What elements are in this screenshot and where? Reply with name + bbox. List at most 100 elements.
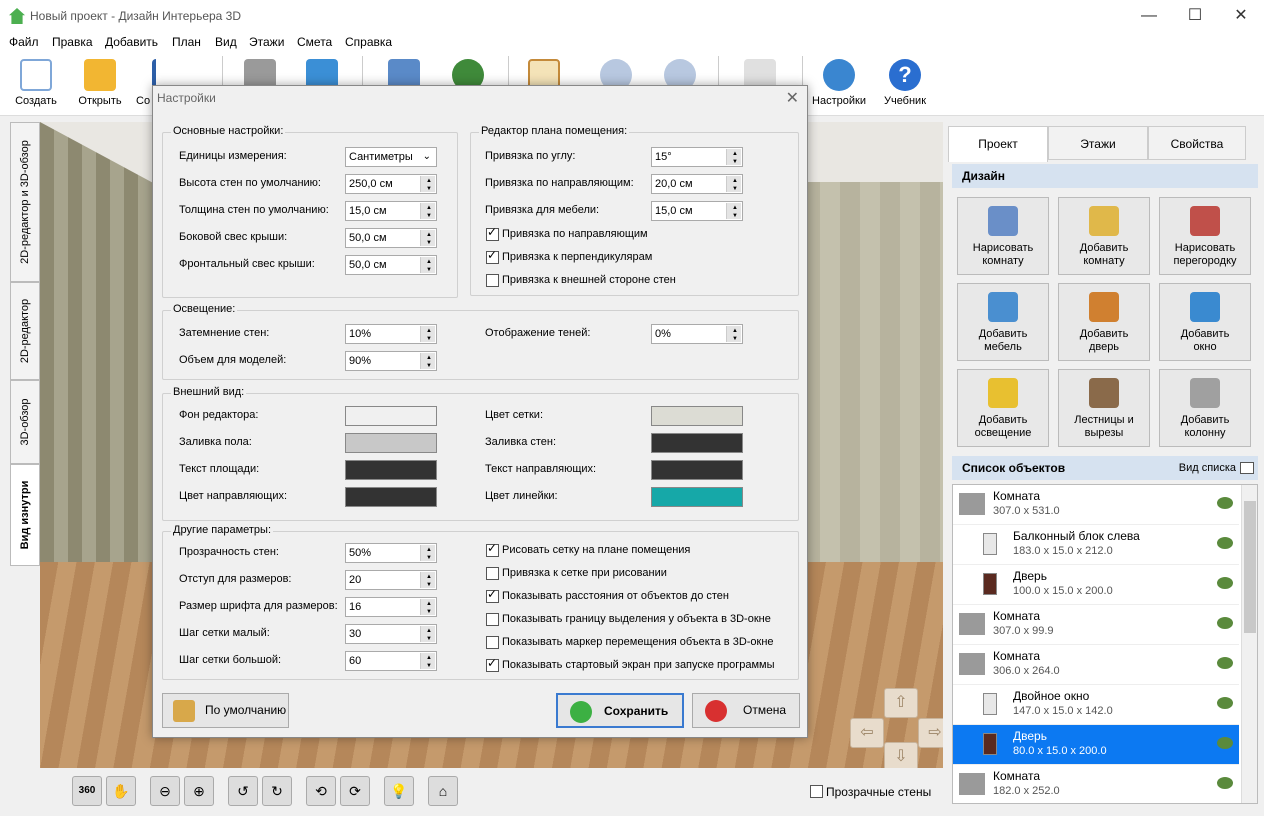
design-tile[interactable]: Добавить дверь xyxy=(1058,283,1150,361)
scrollbar-thumb[interactable] xyxy=(1244,501,1256,633)
spin-down-icon[interactable]: ▼ xyxy=(732,335,738,343)
spin-down-icon[interactable]: ▼ xyxy=(732,158,738,166)
spin-down-icon[interactable]: ▼ xyxy=(426,581,432,589)
spin-down-icon[interactable]: ▼ xyxy=(426,362,432,370)
planner-spinbox[interactable]: 15,0 см ▲ ▼ xyxy=(651,201,743,221)
other-checkbox[interactable]: Привязка к сетке при рисовании xyxy=(486,567,667,580)
zoom-out-icon[interactable]: ⊖ xyxy=(150,776,180,806)
rotate-left-icon[interactable]: ↺ xyxy=(228,776,258,806)
spin-up-icon[interactable]: ▲ xyxy=(426,354,432,362)
other-spinbox-value[interactable]: 50% xyxy=(349,547,371,559)
pan-left-button[interactable]: ⇦ xyxy=(850,718,884,748)
other-spinbox[interactable]: 16 ▲ ▼ xyxy=(345,597,437,617)
other-checkbox[interactable]: Показывать границу выделения у объекта в… xyxy=(486,613,771,626)
eye-icon[interactable] xyxy=(1217,577,1233,589)
lighting-spinbox[interactable]: 10% ▲ ▼ xyxy=(345,324,437,344)
basic-spinbox[interactable]: 250,0 см ▲ ▼ xyxy=(345,174,437,194)
pan-up-button[interactable]: ⇧ xyxy=(884,688,918,718)
eye-icon[interactable] xyxy=(1217,777,1233,789)
other-spinbox-value[interactable]: 30 xyxy=(349,628,361,640)
planner-spinbox-value[interactable]: 15° xyxy=(655,151,672,163)
basic-spinbox-value[interactable]: 50,0 см xyxy=(349,232,387,244)
list-item[interactable]: Дверь 100.0 x 15.0 x 200.0 xyxy=(953,565,1239,605)
list-item[interactable]: Дверь 80.0 x 15.0 x 200.0 xyxy=(953,725,1239,765)
lighting-spinbox-value[interactable]: 10% xyxy=(349,328,371,340)
basic-spinbox-value[interactable]: 50,0 см xyxy=(349,259,387,271)
basic-spinbox[interactable]: 15,0 см ▲ ▼ xyxy=(345,201,437,221)
save-dialog-button[interactable]: Сохранить xyxy=(556,693,684,728)
minimize-button[interactable]: — xyxy=(1126,0,1172,32)
list-item[interactable]: Двойное окно 147.0 x 15.0 x 142.0 xyxy=(953,685,1239,725)
spin-down-icon[interactable]: ▼ xyxy=(426,635,432,643)
hand-icon[interactable]: ✋ xyxy=(106,776,136,806)
other-spinbox[interactable]: 60 ▲ ▼ xyxy=(345,651,437,671)
color-swatch[interactable] xyxy=(651,433,743,453)
design-tile[interactable]: Добавить комнату xyxy=(1058,197,1150,275)
list-view-icon[interactable] xyxy=(1240,462,1254,474)
lighting-spinbox-value[interactable]: 0% xyxy=(655,328,671,340)
tab-2d[interactable]: 2D-редактор xyxy=(10,282,40,380)
design-tile[interactable]: Добавить освещение xyxy=(957,369,1049,447)
orbit-left-icon[interactable]: ⟲ xyxy=(306,776,336,806)
planner-checkbox[interactable]: Привязка к внешней стороне стен xyxy=(486,274,676,287)
spin-down-icon[interactable]: ▼ xyxy=(426,212,432,220)
spin-up-icon[interactable]: ▲ xyxy=(426,258,432,266)
spin-up-icon[interactable]: ▲ xyxy=(426,600,432,608)
spin-down-icon[interactable]: ▼ xyxy=(732,185,738,193)
other-spinbox[interactable]: 20 ▲ ▼ xyxy=(345,570,437,590)
eye-icon[interactable] xyxy=(1217,497,1233,509)
eye-icon[interactable] xyxy=(1217,737,1233,749)
close-button[interactable]: ✕ xyxy=(1218,0,1264,32)
design-tile[interactable]: Лестницы и вырезы xyxy=(1058,369,1150,447)
spin-up-icon[interactable]: ▲ xyxy=(426,204,432,212)
tutorial-button[interactable]: ? Учебник xyxy=(876,56,934,114)
list-item[interactable]: Балконный блок слева 183.0 x 15.0 x 212.0 xyxy=(953,525,1239,565)
menu-floors[interactable]: Этажи xyxy=(249,35,284,49)
lighting-spinbox[interactable]: 0% ▲ ▼ xyxy=(651,324,743,344)
spin-up-icon[interactable]: ▲ xyxy=(426,177,432,185)
menu-estimate[interactable]: Смета xyxy=(297,35,332,49)
spin-up-icon[interactable]: ▲ xyxy=(426,627,432,635)
other-checkbox[interactable]: Показывать расстояния от объектов до сте… xyxy=(486,587,729,603)
list-scrollbar[interactable] xyxy=(1241,485,1257,803)
menu-help[interactable]: Справка xyxy=(345,35,392,49)
tab-project[interactable]: Проект xyxy=(948,126,1048,162)
other-spinbox-value[interactable]: 60 xyxy=(349,655,361,667)
planner-spinbox[interactable]: 20,0 см ▲ ▼ xyxy=(651,174,743,194)
other-checkbox[interactable]: Показывать стартовый экран при запуске п… xyxy=(486,656,774,672)
spin-down-icon[interactable]: ▼ xyxy=(426,335,432,343)
planner-spinbox[interactable]: 15° ▲ ▼ xyxy=(651,147,743,167)
eye-icon[interactable] xyxy=(1217,657,1233,669)
units-select[interactable]: Сантиметры ⌄ xyxy=(345,147,437,167)
settings-button[interactable]: Настройки xyxy=(808,56,870,114)
spin-down-icon[interactable]: ▼ xyxy=(426,266,432,274)
maximize-button[interactable]: ☐ xyxy=(1172,0,1218,32)
eye-icon[interactable] xyxy=(1217,697,1233,709)
basic-spinbox[interactable]: 50,0 см ▲ ▼ xyxy=(345,228,437,248)
spin-up-icon[interactable]: ▲ xyxy=(426,573,432,581)
menu-view[interactable]: Вид xyxy=(215,35,237,49)
default-button[interactable]: По умолчанию xyxy=(162,693,289,728)
units-select-value[interactable]: Сантиметры xyxy=(349,151,413,163)
other-checkbox[interactable]: Показывать маркер перемещения объекта в … xyxy=(486,636,774,649)
basic-label[interactable]: Высота стен по умолчанию: xyxy=(179,177,321,189)
spin-up-icon[interactable]: ▲ xyxy=(732,204,738,212)
spin-down-icon[interactable]: ▼ xyxy=(426,662,432,670)
zoom-in-icon[interactable]: ⊕ xyxy=(184,776,214,806)
spin-down-icon[interactable]: ▼ xyxy=(426,239,432,247)
basic-label[interactable]: Фронтальный свес крыши: xyxy=(179,258,315,270)
basic-spinbox-value[interactable]: 250,0 см xyxy=(349,178,393,190)
basic-label[interactable]: Толщина стен по умолчанию: xyxy=(179,204,329,216)
tab-properties[interactable]: Свойства xyxy=(1148,126,1246,160)
list-item[interactable]: Комната 306.0 x 264.0 xyxy=(953,645,1239,685)
color-swatch[interactable] xyxy=(651,487,743,507)
tab-floors[interactable]: Этажи xyxy=(1048,126,1148,160)
pan-down-button[interactable]: ⇩ xyxy=(884,742,918,768)
basic-label[interactable]: Боковой свес крыши: xyxy=(179,231,287,243)
spin-up-icon[interactable]: ▲ xyxy=(732,150,738,158)
spin-up-icon[interactable]: ▲ xyxy=(426,327,432,335)
menu-plan[interactable]: План xyxy=(172,35,201,49)
planner-checkbox[interactable]: Привязка по направляющим xyxy=(486,225,648,241)
spin-up-icon[interactable]: ▲ xyxy=(426,654,432,662)
menu-file[interactable]: Файл xyxy=(9,35,39,49)
